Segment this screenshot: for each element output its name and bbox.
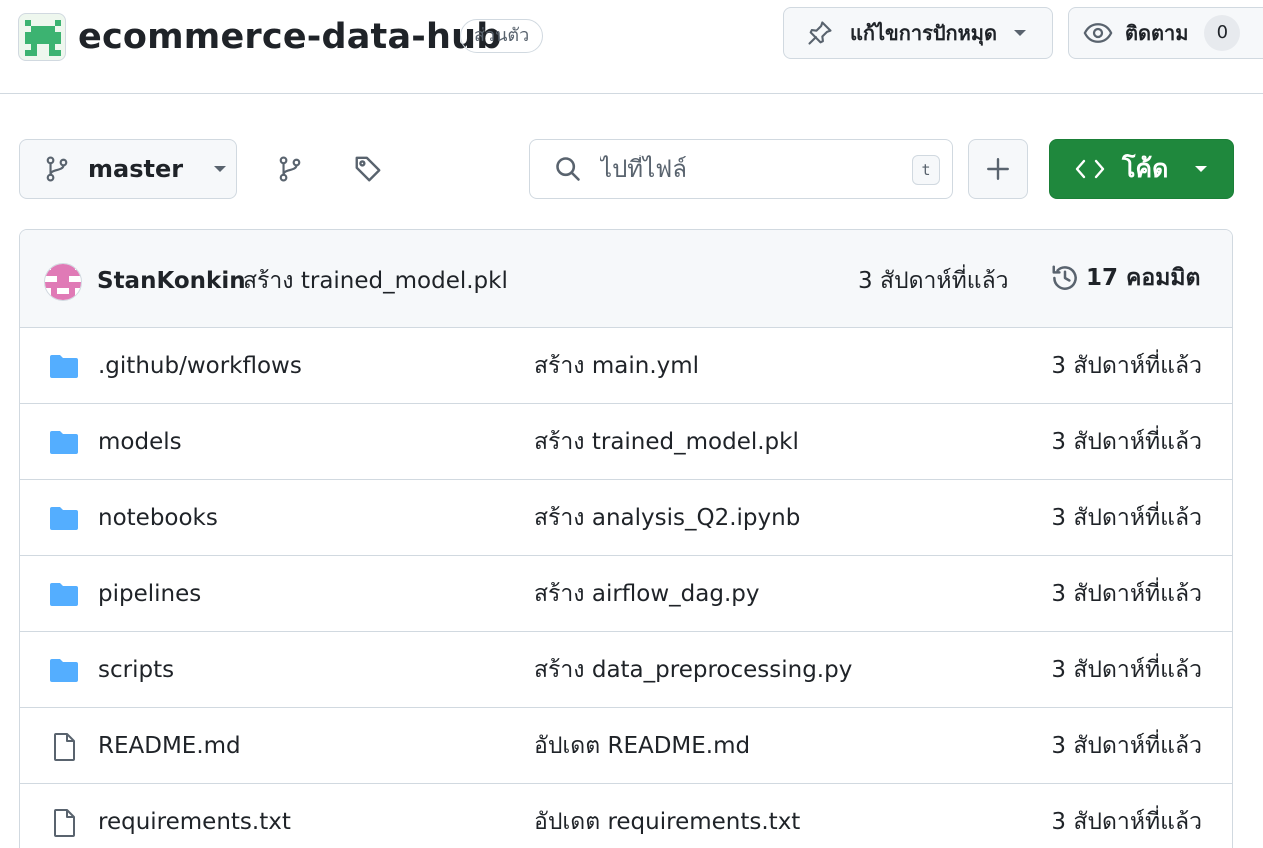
file-commit-message[interactable]: อัปเดต requirements.txt [534,807,800,837]
chevron-down-icon [214,166,227,172]
repo-name[interactable]: ecommerce-data-hub [78,14,502,60]
file-commit-time: 3 สัปดาห์ที่แล้ว [1051,353,1202,379]
file-commit-time: 3 สัปดาห์ที่แล้ว [1051,657,1202,683]
commit-message[interactable]: สร้าง trained_model.pkl [243,266,508,296]
chevron-down-icon [1013,30,1026,36]
table-row[interactable]: requirements.txt อัปเดต requirements.txt 3… [20,784,1232,848]
branches-link[interactable] [270,149,310,189]
watch-label: ติดตาม [1125,21,1189,45]
pin-icon [808,21,832,45]
file-name-link[interactable]: README.md [98,731,241,761]
folder-icon [48,580,82,610]
folder-icon [48,352,82,382]
table-row[interactable]: models สร้าง trained_model.pkl 3 สัปดาห์ที… [20,404,1232,480]
commit-count: 17 คอมมิต [1086,265,1201,291]
file-browser: StanKonkin สร้าง trained_model.pkl 3 สัป… [19,229,1233,848]
file-name-link[interactable]: requirements.txt [98,807,291,837]
tags-link[interactable] [348,149,388,189]
watch-button[interactable]: ติดตาม 0 [1068,7,1263,59]
history-icon [1052,265,1077,290]
file-icon [48,808,82,838]
file-name-link[interactable]: .github/workflows [98,351,302,381]
code-label: โค้ด [1122,154,1169,183]
avatar[interactable] [44,263,82,301]
file-commit-message[interactable]: สร้าง analysis_Q2.ipynb [534,503,800,533]
go-to-file-search[interactable]: t [529,139,953,199]
file-name-link[interactable]: models [98,427,182,457]
file-name-link[interactable]: scripts [98,655,174,685]
code-icon [1075,159,1105,179]
commit-time: 3 สัปดาห์ที่แล้ว [858,268,1009,294]
git-branch-icon [279,156,301,182]
commit-history-link[interactable]: 17 คอมมิต [1050,263,1200,293]
tag-icon [355,156,381,182]
search-icon [556,157,580,181]
file-commit-message[interactable]: อัปเดต README.md [534,731,750,761]
table-row[interactable]: README.md อัปเดต README.md 3 สัปดาห์ที่แล้… [20,708,1232,784]
file-commit-time: 3 สัปดาห์ที่แล้ว [1051,581,1202,607]
table-row[interactable]: scripts สร้าง data_preprocessing.py 3 สัปด… [20,632,1232,708]
file-list: .github/workflows สร้าง main.yml 3 สัปดาห์… [20,328,1232,848]
branch-selector[interactable]: master [19,139,237,199]
keyboard-shortcut-hint: t [912,155,940,185]
chevron-down-icon [1195,166,1208,172]
file-commit-time: 3 สัปดาห์ที่แล้ว [1051,733,1202,759]
file-commit-time: 3 สัปดาห์ที่แล้ว [1051,429,1202,455]
file-name-link[interactable]: pipelines [98,579,201,609]
file-name-link[interactable]: notebooks [98,503,218,533]
edit-pins-label: แก้ไขการปักหมุด [850,21,997,45]
file-icon [48,732,82,762]
repo-avatar[interactable] [18,13,66,61]
file-commit-time: 3 สัปดาห์ที่แล้ว [1051,505,1202,531]
table-row[interactable]: notebooks สร้าง analysis_Q2.ipynb 3 สัปดาห… [20,480,1232,556]
file-commit-message[interactable]: สร้าง data_preprocessing.py [534,655,852,685]
code-button[interactable]: โค้ด [1049,139,1234,199]
latest-commit-bar: StanKonkin สร้าง trained_model.pkl 3 สัป… [20,230,1232,328]
table-row[interactable]: .github/workflows สร้าง main.yml 3 สัปดาห์… [20,328,1232,404]
branch-name: master [88,155,184,183]
folder-icon [48,656,82,686]
repo-header: ecommerce-data-hub ส่วนตัว แก้ไขการปักหม… [0,0,1263,94]
identicon-icon [25,20,61,56]
add-file-button[interactable] [968,139,1028,199]
file-commit-message[interactable]: สร้าง trained_model.pkl [534,427,799,457]
go-to-file-input[interactable] [600,155,890,183]
plus-icon [987,158,1009,180]
edit-pins-button[interactable]: แก้ไขการปักหมุด [783,7,1053,59]
file-commit-message[interactable]: สร้าง airflow_dag.py [534,579,759,609]
git-branch-icon [46,156,68,182]
eye-icon [1083,23,1113,43]
watch-count: 0 [1204,15,1241,51]
visibility-badge: ส่วนตัว [460,19,544,53]
commit-author[interactable]: StanKonkin [97,266,246,296]
user-identicon-icon [45,264,81,300]
table-row[interactable]: pipelines สร้าง airflow_dag.py 3 สัปดาห์ที… [20,556,1232,632]
folder-icon [48,504,82,534]
folder-icon [48,428,82,458]
file-commit-message[interactable]: สร้าง main.yml [534,351,699,381]
file-commit-time: 3 สัปดาห์ที่แล้ว [1051,809,1202,835]
